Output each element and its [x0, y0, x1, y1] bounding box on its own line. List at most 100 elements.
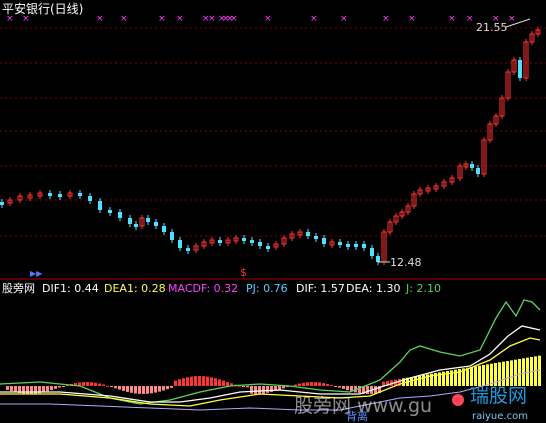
histogram-bar: [346, 386, 349, 391]
arrow-marker: ▶▶: [30, 269, 43, 278]
histogram-bar: [102, 384, 105, 386]
candle-body: [48, 193, 52, 196]
candle-body: [218, 240, 222, 243]
histogram-bar: [414, 376, 417, 386]
candle-body: [88, 196, 92, 201]
signal-marker: ×: [264, 14, 272, 24]
histogram-bar: [170, 386, 173, 388]
histogram-bar: [190, 376, 193, 386]
signal-marker: ×: [310, 14, 318, 24]
histogram-bar: [506, 361, 509, 386]
price-high-label: 21.55: [476, 21, 508, 34]
histogram-bar: [366, 386, 369, 394]
histogram-bar: [174, 380, 177, 386]
histogram-bar: [474, 366, 477, 386]
dollar-marker: $: [240, 266, 247, 279]
signal-marker: ×: [6, 14, 14, 24]
histogram-bar: [218, 379, 221, 386]
histogram-bar: [326, 383, 329, 386]
histogram-bar: [50, 386, 53, 391]
histogram-bar: [46, 386, 49, 392]
j-value: J: 2.10: [405, 282, 441, 295]
histogram-bar: [58, 386, 61, 388]
candle-body: [178, 240, 182, 248]
signal-marker: ×: [96, 14, 104, 24]
histogram-bar: [130, 386, 133, 393]
signal-marker: ×: [208, 14, 216, 24]
signal-marker: ×: [340, 14, 348, 24]
histogram-bar: [30, 386, 33, 394]
histogram-bar: [154, 386, 157, 393]
histogram-bar: [266, 386, 269, 393]
signal-marker: ×: [448, 14, 456, 24]
histogram-bar: [358, 386, 361, 394]
candle-body: [108, 210, 112, 213]
candle-body: [134, 224, 138, 227]
histogram-bar: [82, 382, 85, 386]
candle-body: [186, 248, 190, 251]
price-low-label: 12.48: [390, 256, 422, 269]
histogram-bar: [158, 386, 161, 392]
histogram-bar: [142, 386, 145, 394]
signal-marker: ×: [382, 14, 390, 24]
histogram-bar: [502, 361, 505, 386]
pj-value: PJ: 0.76: [246, 282, 288, 295]
histogram-bar: [486, 364, 489, 386]
histogram-bar: [194, 376, 197, 386]
histogram-bar: [206, 376, 209, 386]
histogram-bar: [538, 355, 541, 386]
candle-body: [146, 218, 150, 222]
histogram-bar: [94, 382, 97, 386]
histogram-bar: [10, 386, 13, 392]
histogram-bar: [202, 376, 205, 386]
histogram-bar: [294, 384, 297, 386]
signal-marker: ×: [230, 14, 238, 24]
histogram-bar: [478, 365, 481, 386]
histogram-bar: [214, 378, 217, 386]
candle-body: [266, 246, 270, 249]
histogram-bar: [90, 382, 93, 386]
candle-body: [322, 238, 326, 244]
candle-body: [258, 242, 262, 246]
candle-body: [128, 218, 132, 224]
histogram-bar: [54, 386, 57, 389]
candle-body: [362, 244, 366, 248]
histogram-bar: [498, 362, 501, 386]
candle-body: [154, 222, 158, 226]
histogram-bar: [246, 386, 249, 388]
histogram-bar: [470, 367, 473, 386]
histogram-bar: [150, 386, 153, 394]
histogram-bar: [322, 383, 325, 386]
candle-body: [354, 244, 358, 247]
candle-body: [518, 60, 522, 78]
histogram-bar: [298, 383, 301, 386]
histogram-bar: [302, 382, 305, 386]
dea1-value: DEA1: 0.28: [104, 282, 166, 295]
histogram-bar: [126, 386, 129, 392]
candle-body: [118, 212, 122, 218]
histogram-bar: [330, 385, 333, 387]
signal-marker: ×: [408, 14, 416, 24]
dif1-value: DIF1: 0.44: [42, 282, 99, 295]
histogram-bar: [166, 386, 169, 390]
watermark-logo-url: raiyue.com: [472, 411, 528, 422]
histogram-bar: [186, 377, 189, 386]
histogram-bar: [14, 386, 17, 393]
signal-marker: ×: [176, 14, 184, 24]
histogram-bar: [110, 386, 113, 387]
dif-line: [0, 325, 541, 403]
candle-body: [58, 194, 62, 197]
histogram-bar: [262, 386, 265, 394]
logo-icon: [452, 394, 464, 406]
candle-body: [306, 232, 310, 236]
histogram-bar: [106, 385, 109, 387]
candle-body: [314, 236, 318, 239]
histogram-bar: [226, 381, 229, 386]
signal-marker: ×: [466, 14, 474, 24]
chart-canvas[interactable]: 平安银行(日线)× × × × × × ×× ×××× × × × × × × × × ×21.5512.48▶…: [0, 0, 546, 423]
histogram-bar: [86, 382, 89, 386]
histogram-bar: [146, 386, 149, 394]
histogram-bar: [6, 386, 9, 390]
watermark-text: 股旁网 www.gu: [294, 395, 432, 417]
candle-body: [476, 168, 480, 174]
